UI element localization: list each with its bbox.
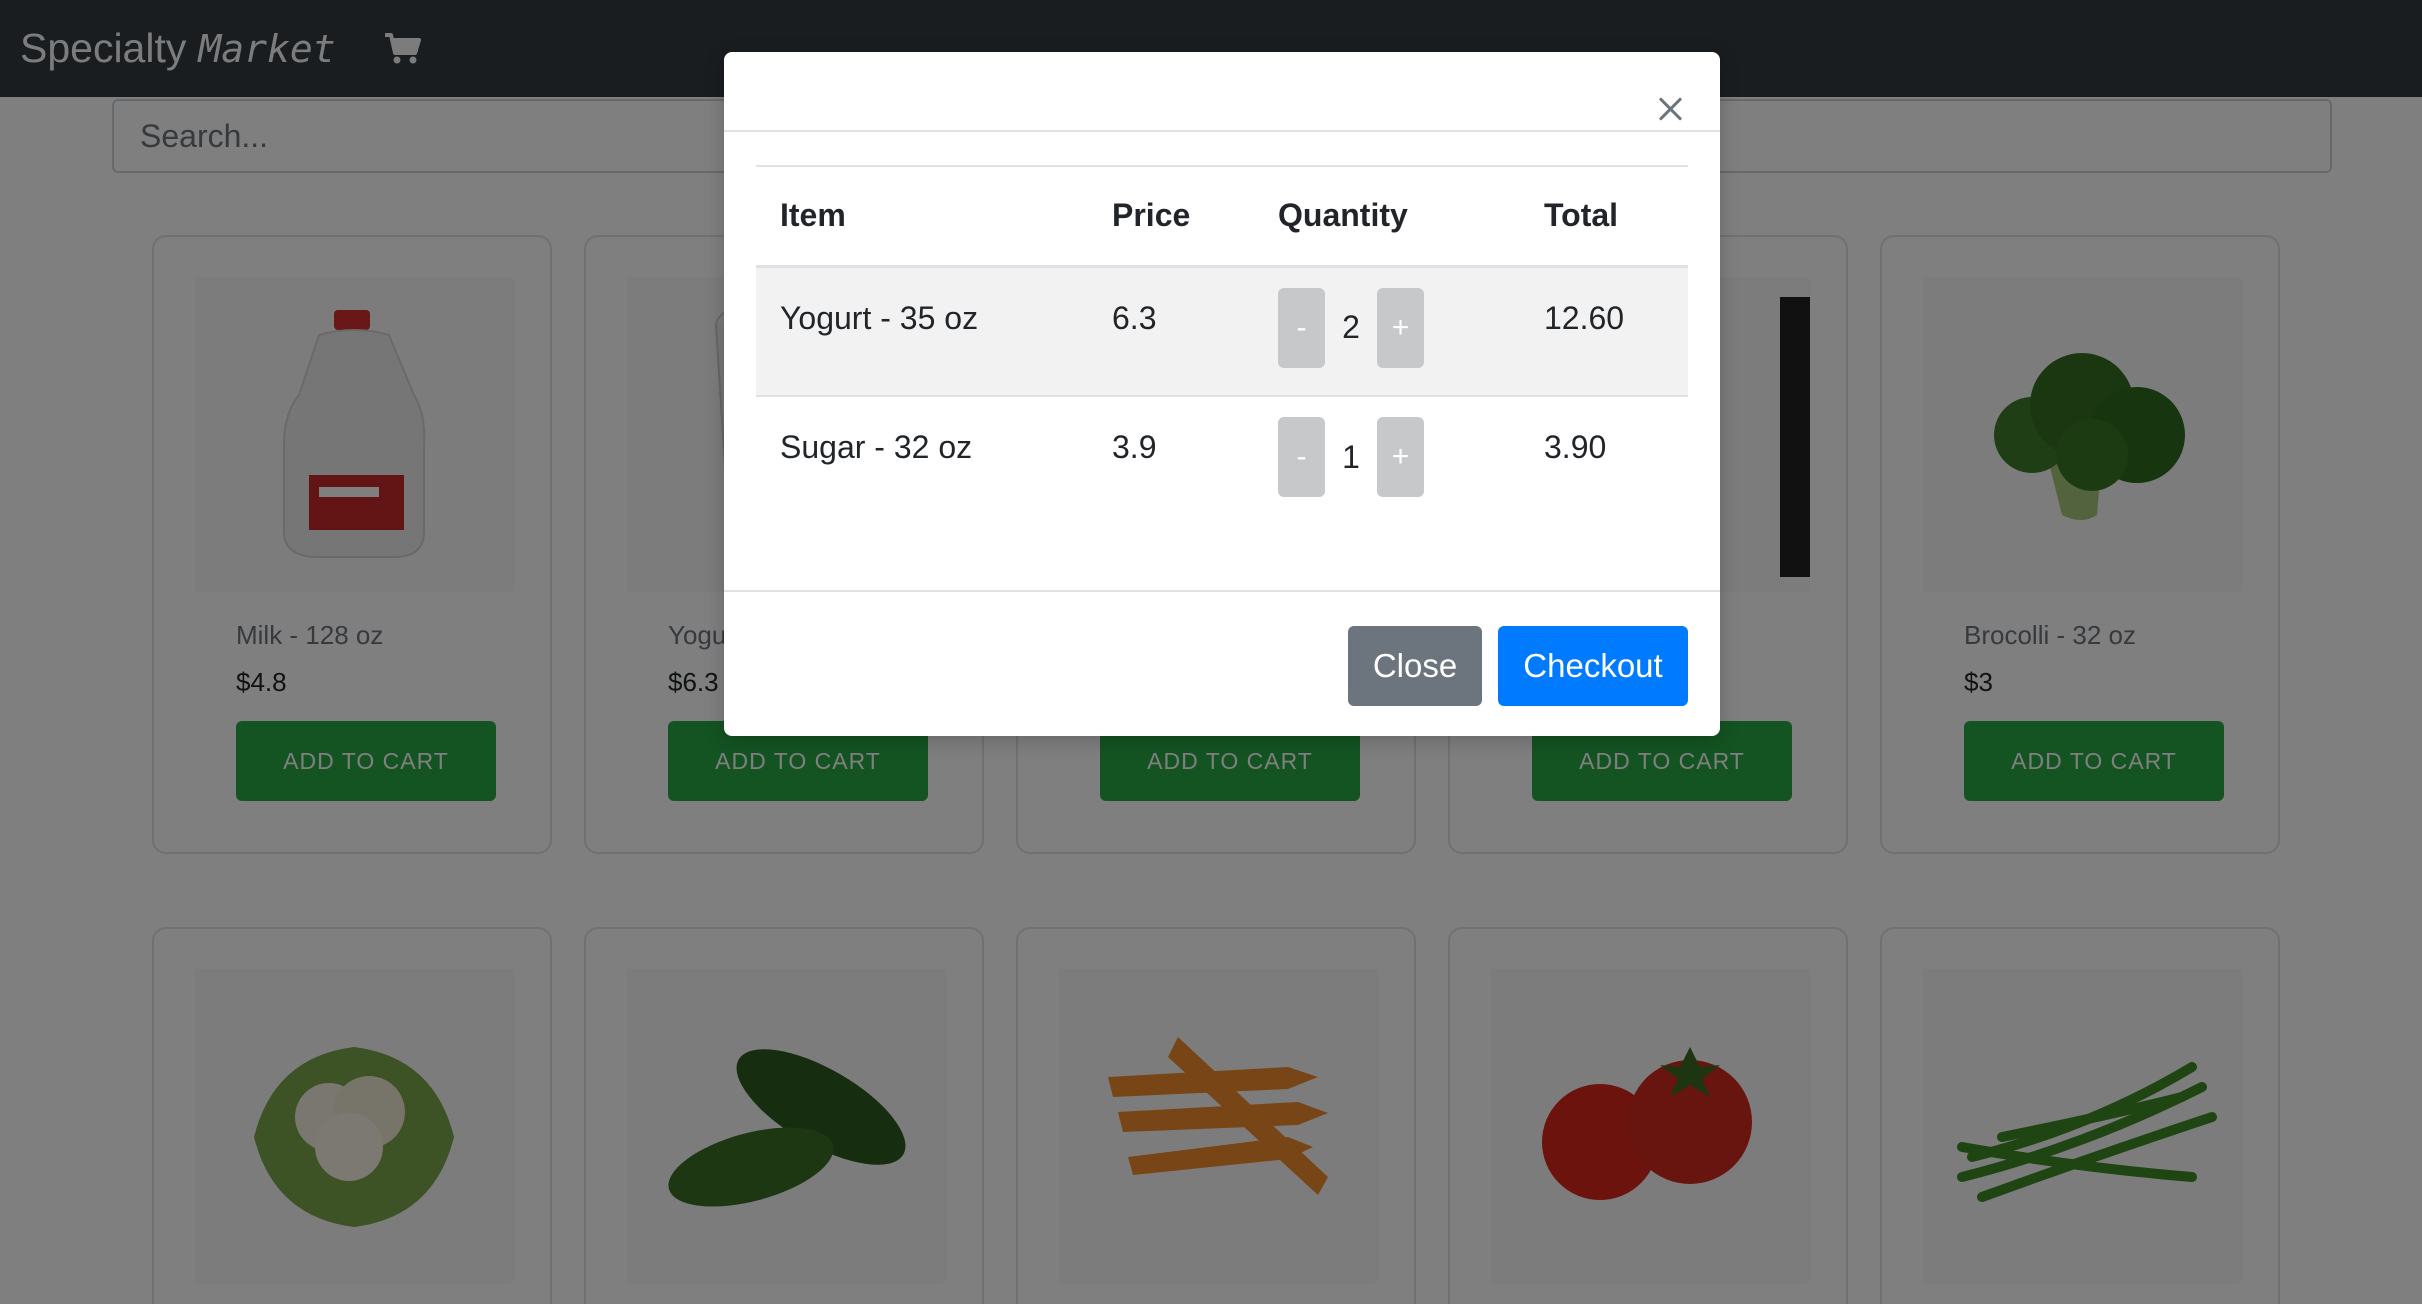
quantity-stepper: - 1 + (1254, 396, 1520, 526)
close-button[interactable]: Close (1348, 626, 1482, 706)
decrement-button[interactable]: - (1278, 417, 1325, 497)
quantity-value: 1 (1342, 438, 1360, 475)
column-header-quantity: Quantity (1254, 165, 1520, 268)
cart-item-name: Yogurt - 35 oz (756, 266, 1088, 397)
cart-item-total: 3.90 (1544, 429, 1607, 465)
increment-button[interactable]: + (1377, 417, 1424, 497)
modal-header (724, 52, 1720, 132)
column-header-item: Item (756, 165, 1088, 268)
cart-item-total: 12.60 (1520, 266, 1688, 397)
table-header-row: Item Price Quantity Total (756, 165, 1688, 268)
cart-item-price: 6.3 (1088, 266, 1254, 397)
cart-item-name: Sugar - 32 oz (780, 429, 973, 465)
quantity-value: 2 (1342, 309, 1360, 345)
table-row: Sugar - 32 oz 3.9 - 1 + 3.90 (756, 396, 1688, 526)
increment-button[interactable]: + (1377, 287, 1424, 368)
column-header-total: Total (1520, 165, 1688, 268)
decrement-button[interactable]: - (1278, 287, 1325, 368)
cart-modal: Item Price Quantity Total Yogurt - 35 oz… (724, 52, 1720, 736)
quantity-stepper: - 2 + (1254, 266, 1520, 397)
table-row: Yogurt - 35 oz 6.3 - 2 + 12.60 (756, 266, 1688, 397)
column-header-price: Price (1088, 165, 1254, 268)
cart-table: Item Price Quantity Total Yogurt - 35 oz… (756, 165, 1688, 526)
close-icon[interactable] (1656, 94, 1686, 124)
checkout-button[interactable]: Checkout (1498, 626, 1688, 706)
cart-item-price: 3.9 (1112, 429, 1157, 465)
modal-footer: Close Checkout (724, 590, 1720, 736)
